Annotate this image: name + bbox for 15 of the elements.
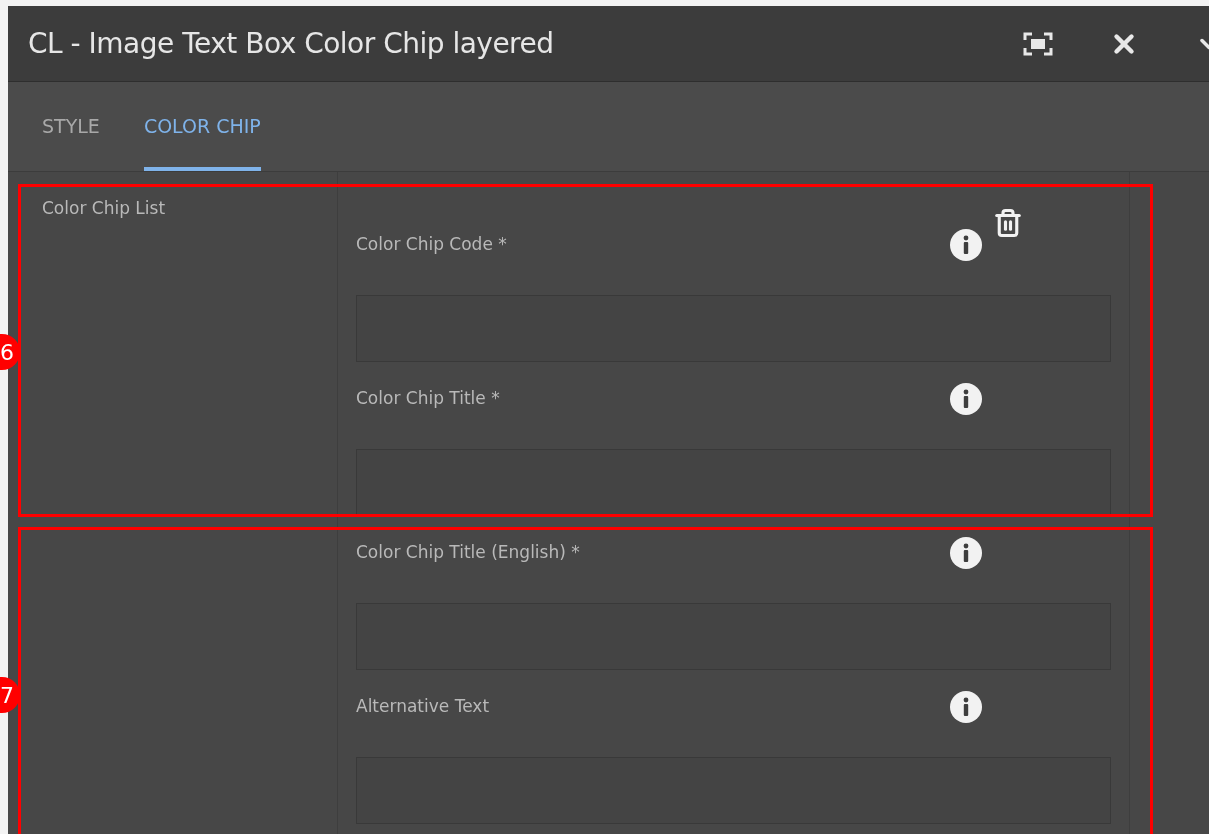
fullscreen-icon[interactable] <box>1023 31 1053 56</box>
info-icon[interactable] <box>949 228 983 262</box>
field-label: Color Chip Title * <box>356 387 501 411</box>
field-label: Alternative Text <box>356 695 491 719</box>
info-icon[interactable] <box>949 536 983 570</box>
info-icon[interactable] <box>949 690 983 724</box>
section-label: Color Chip List <box>42 198 166 218</box>
input-field[interactable] <box>356 449 1111 516</box>
tab[interactable]: COLOR CHIP <box>143 82 261 171</box>
tab[interactable]: STYLE <box>42 82 100 171</box>
field-label: Color Chip Title (English) * <box>356 541 581 565</box>
info-icon[interactable] <box>949 382 983 416</box>
trash-icon[interactable] <box>993 208 1023 238</box>
dialog-title: CL - Image Text Box Color Chip layered <box>28 25 555 62</box>
field-label: Color Chip Code * <box>356 233 508 257</box>
